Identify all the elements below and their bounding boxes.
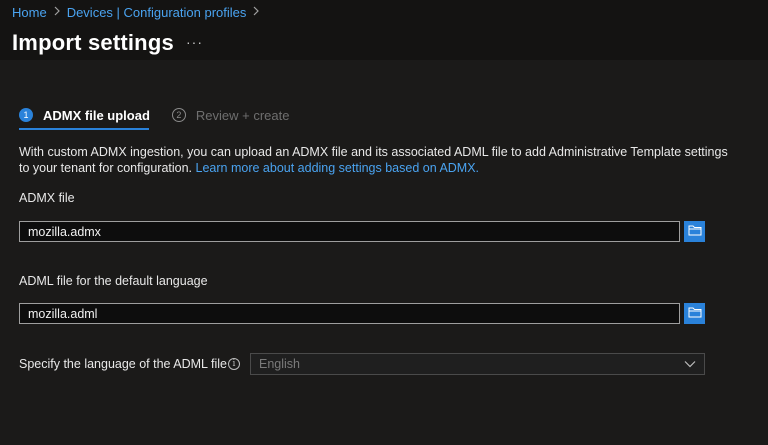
folder-icon bbox=[688, 305, 702, 323]
adml-file-label: ADML file for the default language bbox=[19, 274, 208, 288]
wizard-tabs: 1 ADMX file upload 2 Review + create bbox=[19, 105, 289, 125]
tab-label: Review + create bbox=[195, 107, 290, 123]
breadcrumb: Home Devices | Configuration profiles bbox=[12, 4, 260, 20]
language-label: Specify the language of the ADML file bbox=[19, 357, 228, 371]
admx-file-input[interactable] bbox=[19, 221, 680, 242]
folder-icon bbox=[688, 223, 702, 241]
chevron-right-icon bbox=[53, 5, 61, 19]
step-number-1: 1 bbox=[19, 108, 33, 122]
breadcrumb-home[interactable]: Home bbox=[12, 5, 47, 20]
info-icon[interactable]: i bbox=[228, 358, 240, 370]
active-tab-indicator bbox=[19, 128, 149, 130]
breadcrumb-configuration-profiles[interactable]: Devices | Configuration profiles bbox=[67, 5, 247, 20]
adml-browse-button[interactable] bbox=[684, 303, 705, 324]
language-select[interactable]: English bbox=[250, 353, 705, 375]
tab-label: ADMX file upload bbox=[43, 107, 150, 123]
more-options-button[interactable]: ··· bbox=[186, 34, 203, 50]
step-number-2: 2 bbox=[171, 108, 186, 122]
page-title: Import settings bbox=[12, 30, 174, 55]
admx-browse-button[interactable] bbox=[684, 221, 705, 242]
tab-review-create[interactable]: 2 Review + create bbox=[171, 105, 290, 125]
learn-more-link[interactable]: Learn more about adding settings based o… bbox=[196, 161, 480, 175]
description: With custom ADMX ingestion, you can uplo… bbox=[19, 144, 739, 176]
language-select-value: English bbox=[259, 357, 300, 371]
chevron-down-icon bbox=[684, 355, 696, 373]
tab-admx-file-upload[interactable]: 1 ADMX file upload bbox=[19, 105, 150, 125]
admx-file-label: ADMX file bbox=[19, 191, 75, 205]
adml-file-input[interactable] bbox=[19, 303, 680, 324]
chevron-right-icon bbox=[252, 5, 260, 19]
